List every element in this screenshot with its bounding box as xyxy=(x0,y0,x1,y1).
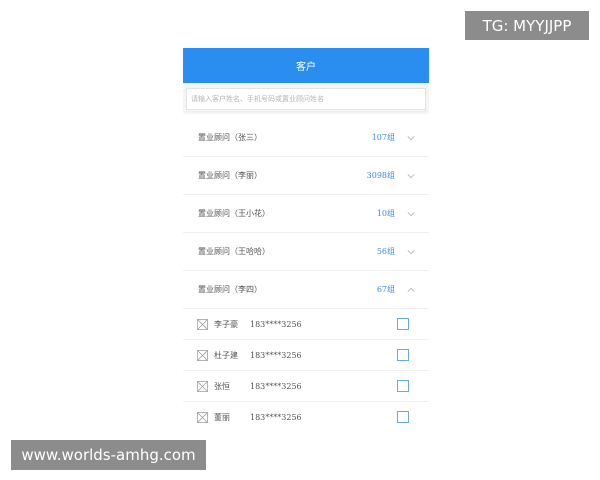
customer-name: 李子豪 xyxy=(214,319,238,329)
customer-list: 李子豪 183****3256 杜子建 183****3256 张恒 183**… xyxy=(183,309,429,428)
customer-phone: 183****3256 xyxy=(250,381,302,391)
advisor-group-count: 10组 xyxy=(376,209,395,218)
page-title: 客户 xyxy=(296,62,316,73)
customer-checkbox[interactable] xyxy=(397,411,409,423)
advisor-group-count: 3098组 xyxy=(366,171,395,180)
watermark-top: TG: MYYJJPP xyxy=(465,11,589,40)
advisor-group-count: 107组 xyxy=(371,133,395,142)
customer-phone: 183****3256 xyxy=(250,350,302,360)
advisor-group-label: 置业顾问（李四） xyxy=(198,285,262,294)
chevron-up-icon xyxy=(407,287,415,292)
customer-checkbox[interactable] xyxy=(397,380,409,392)
image-placeholder-icon xyxy=(197,318,208,330)
customer-checkbox[interactable] xyxy=(397,318,409,330)
advisor-group-row[interactable]: 置业顾问（王小花） 10组 xyxy=(183,195,429,233)
customer-row[interactable]: 董丽 183****3256 xyxy=(183,402,429,428)
advisor-group-label: 置业顾问（王小花） xyxy=(198,209,270,218)
advisor-group-row[interactable]: 置业顾问（张三） 107组 xyxy=(183,119,429,157)
customer-name: 杜子建 xyxy=(214,350,238,360)
search-bar xyxy=(183,83,429,111)
advisor-group-count: 56组 xyxy=(376,247,395,256)
advisor-group-label: 置业顾问（王哈哈） xyxy=(198,247,270,256)
image-placeholder-icon xyxy=(197,380,208,392)
header-bar: 客户 xyxy=(183,48,429,83)
chevron-down-icon xyxy=(407,135,415,140)
search-input[interactable] xyxy=(186,88,426,110)
customer-phone: 183****3256 xyxy=(250,412,302,422)
advisor-group-row[interactable]: 置业顾问（李丽） 3098组 xyxy=(183,157,429,195)
advisor-group-count: 67组 xyxy=(376,285,395,294)
customer-name: 张恒 xyxy=(214,381,230,391)
customer-screen: 客户 置业顾问（张三） 107组 置业顾问（李丽） 3098组 置业顾问（王小花… xyxy=(183,48,429,428)
customer-checkbox[interactable] xyxy=(397,349,409,361)
image-placeholder-icon xyxy=(197,411,208,423)
customer-phone: 183****3256 xyxy=(250,319,302,329)
advisor-group-list: 置业顾问（张三） 107组 置业顾问（李丽） 3098组 置业顾问（王小花） 1… xyxy=(183,119,429,428)
advisor-group-label: 置业顾问（张三） xyxy=(198,133,262,142)
image-placeholder-icon xyxy=(197,349,208,361)
chevron-down-icon xyxy=(407,173,415,178)
advisor-group-label: 置业顾问（李丽） xyxy=(198,171,262,180)
customer-row[interactable]: 杜子建 183****3256 xyxy=(183,340,429,371)
customer-row[interactable]: 张恒 183****3256 xyxy=(183,371,429,402)
customer-name: 董丽 xyxy=(214,412,230,422)
chevron-down-icon xyxy=(407,211,415,216)
advisor-group-row-expanded[interactable]: 置业顾问（李四） 67组 xyxy=(183,271,429,309)
advisor-group-row[interactable]: 置业顾问（王哈哈） 56组 xyxy=(183,233,429,271)
customer-row[interactable]: 李子豪 183****3256 xyxy=(183,309,429,340)
watermark-bottom: www.worlds-amhg.com xyxy=(11,440,206,470)
chevron-down-icon xyxy=(407,249,415,254)
